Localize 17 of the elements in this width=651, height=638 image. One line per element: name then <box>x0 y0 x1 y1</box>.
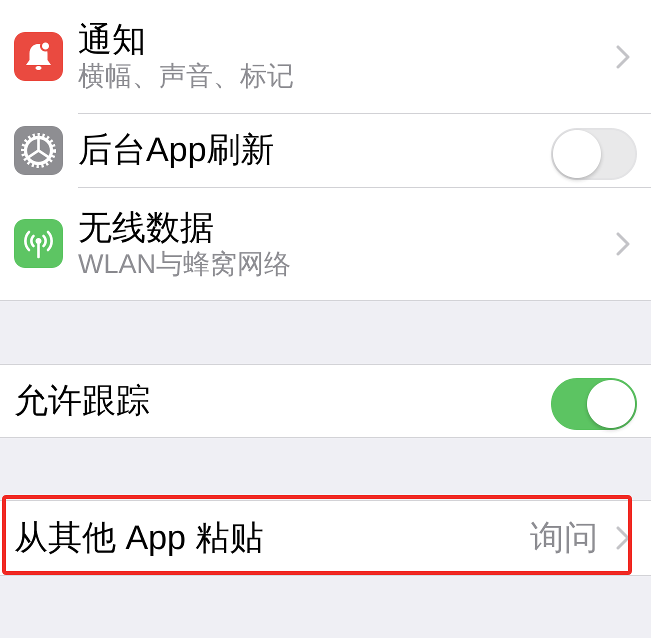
row-value: 询问 <box>530 518 598 558</box>
settings-row[interactable]: 后台App刷新 <box>0 113 651 187</box>
toggle-switch[interactable] <box>551 378 637 430</box>
row-title: 允许跟踪 <box>14 382 151 420</box>
row-subtitle: 横幅、声音、标记 <box>78 60 295 92</box>
settings-row[interactable]: 通知 横幅、声音、标记 <box>0 0 651 113</box>
settings-row[interactable]: 允许跟踪 <box>0 365 651 437</box>
chevron-icon <box>616 232 630 256</box>
chevron-icon <box>616 526 630 550</box>
row-title: 从其他 App 粘贴 <box>14 518 264 558</box>
row-title: 后台App刷新 <box>78 131 276 170</box>
chevron-icon <box>616 44 630 68</box>
row-title: 无线数据 <box>78 208 215 248</box>
row-subtitle: WLAN与蜂窝网络 <box>78 248 292 280</box>
settings-row[interactable]: 无线数据 WLAN与蜂窝网络 <box>0 187 651 300</box>
row-title: 通知 <box>78 21 147 60</box>
settings-row[interactable]: 从其他 App 粘贴 询问 <box>0 501 651 575</box>
